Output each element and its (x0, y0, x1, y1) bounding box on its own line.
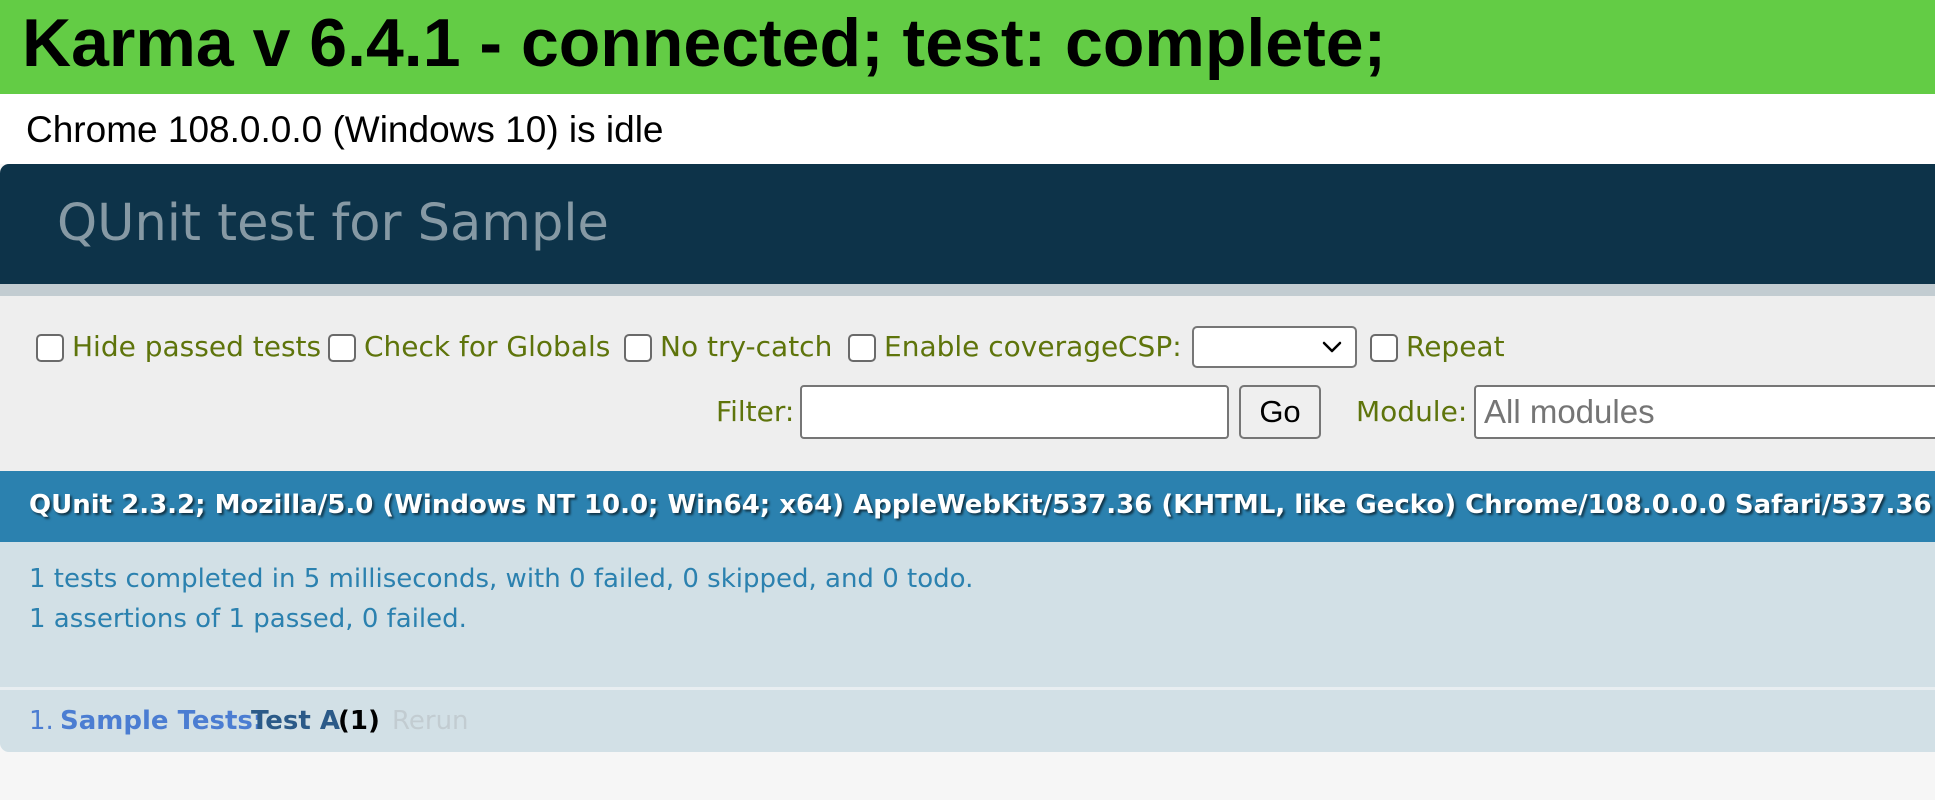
chevron-down-icon (1322, 341, 1342, 353)
result-assertions-line: 1 assertions of 1 passed, 0 failed. (29, 604, 467, 634)
result-summary-line: 1 tests completed in 5 milliseconds, wit… (29, 564, 974, 594)
karma-banner: Karma v 6.4.1 - connected; test: complet… (0, 0, 1935, 94)
qunit-test-result: 1 tests completed in 5 milliseconds, wit… (0, 542, 1935, 687)
test-number: 1. (29, 706, 54, 736)
test-module-name: Sample Tests: (60, 706, 264, 736)
check-globals-checkbox[interactable] (328, 334, 356, 362)
hide-passed-label: Hide passed tests (72, 330, 322, 363)
browser-status-text: Chrome 108.0.0.0 (Windows 10) is idle (26, 109, 664, 150)
filter-input[interactable] (800, 385, 1229, 439)
repeat-checkbox[interactable] (1370, 334, 1398, 362)
qunit-user-agent: QUnit 2.3.2; Mozilla/5.0 (Windows NT 10.… (0, 471, 1935, 542)
browser-status-bar: Chrome 108.0.0.0 (Windows 10) is idle (0, 94, 1935, 164)
no-try-catch-checkbox[interactable] (624, 334, 652, 362)
repeat-option[interactable]: Repeat (1370, 330, 1505, 364)
test-name: Test A (251, 706, 340, 736)
module-filter-input[interactable]: All modules (1474, 385, 1935, 439)
qunit-header-title: QUnit test for Sample (57, 194, 609, 253)
enable-coverage-label: Enable coverage (884, 330, 1119, 363)
qunit-frame: QUnit test for Sample Hide passed tests … (0, 164, 1935, 752)
check-globals-option[interactable]: Check for Globals (328, 330, 610, 364)
no-try-catch-option[interactable]: No try-catch (624, 330, 832, 364)
csp-select[interactable] (1192, 326, 1357, 368)
no-try-catch-label: No try-catch (660, 330, 833, 363)
go-button[interactable]: Go (1239, 385, 1321, 439)
hide-passed-option[interactable]: Hide passed tests (36, 330, 321, 364)
user-agent-text: QUnit 2.3.2; Mozilla/5.0 (Windows NT 10.… (29, 490, 1932, 520)
module-label: Module: (1356, 395, 1468, 428)
test-assertion-count: (1) (338, 706, 380, 736)
qunit-header: QUnit test for Sample (0, 164, 1935, 284)
filter-label: Filter: (716, 395, 795, 428)
hide-passed-checkbox[interactable] (36, 334, 64, 362)
rerun-link[interactable]: Rerun (392, 690, 469, 752)
csp-label: CSP: (1118, 330, 1182, 363)
qunit-toolbar: Hide passed tests Check for Globals No t… (0, 296, 1935, 471)
test-row[interactable]: 1. Sample Tests: Test A (1) Rerun (0, 690, 1935, 752)
karma-title: Karma v 6.4.1 - connected; test: complet… (22, 5, 1387, 81)
enable-coverage-option[interactable]: Enable coverage (848, 330, 1118, 364)
qunit-banner-stripe (0, 284, 1935, 296)
check-globals-label: Check for Globals (364, 330, 611, 363)
repeat-label: Repeat (1406, 330, 1505, 363)
enable-coverage-checkbox[interactable] (848, 334, 876, 362)
